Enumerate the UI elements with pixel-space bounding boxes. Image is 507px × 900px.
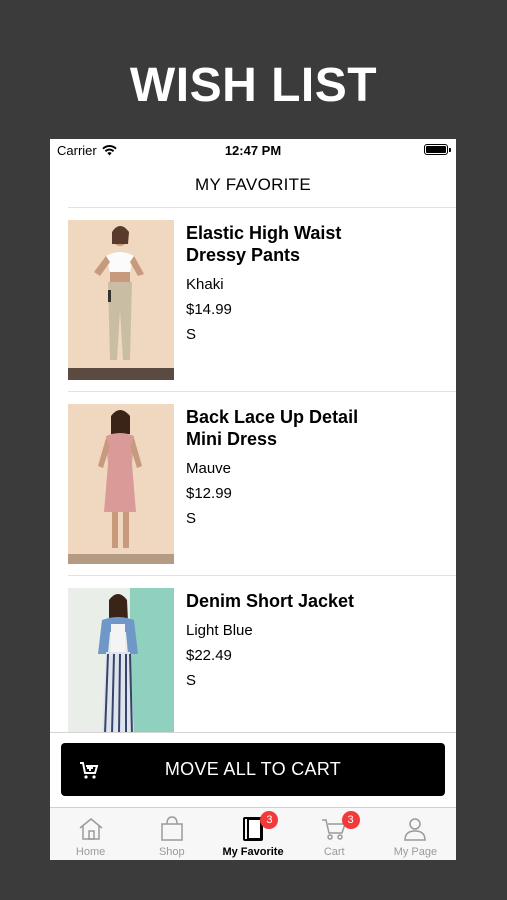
divider <box>50 732 456 733</box>
product-price: $12.99 <box>186 485 232 502</box>
move-all-to-cart-button[interactable]: MOVE ALL TO CART <box>61 743 445 796</box>
status-bar: Carrier 12:47 PM <box>50 139 456 161</box>
page-title: MY FAVORITE <box>194 175 312 194</box>
banner-title: WISH LIST <box>129 59 378 112</box>
tab-label: Shop <box>158 846 185 858</box>
tab-bar: Home Shop 3 My Favorite 3 Cart My Page <box>50 807 456 860</box>
tab-label: Home <box>75 846 106 858</box>
product-size: S <box>186 672 197 689</box>
product-image[interactable] <box>68 404 174 564</box>
product-color: Light Blue <box>186 622 253 639</box>
product-name[interactable]: Elastic High Waist Dressy Pants <box>186 222 371 266</box>
product-color: Khaki <box>186 276 224 293</box>
shopping-bag-icon <box>161 816 183 841</box>
list-item[interactable]: Back Lace Up Detail Mini Dress Mauve $12… <box>50 392 456 576</box>
favorites-list[interactable]: Elastic High Waist Dressy Pants Khaki $1… <box>50 208 456 732</box>
tab-cart[interactable]: 3 Cart <box>294 808 375 860</box>
clock: 12:47 PM <box>224 143 282 158</box>
home-icon <box>79 818 103 840</box>
favorite-count-badge: 3 <box>260 811 279 829</box>
battery-icon <box>424 144 451 155</box>
product-name[interactable]: Denim Short Jacket <box>186 590 371 612</box>
tab-my-favorite[interactable]: 3 My Favorite <box>212 808 293 860</box>
phone-screen: Carrier 12:47 PM MY FAVORITE Elastic Hig… <box>50 139 456 860</box>
tab-label: My Page <box>393 846 438 858</box>
product-size: S <box>186 326 197 343</box>
cart-plus-icon <box>80 762 99 779</box>
user-icon <box>404 818 427 841</box>
product-color: Mauve <box>186 460 232 477</box>
move-all-to-cart-label: MOVE ALL TO CART <box>164 759 342 779</box>
tab-my-page[interactable]: My Page <box>375 808 456 860</box>
tab-label: Cart <box>323 846 345 858</box>
tab-shop[interactable]: Shop <box>131 808 212 860</box>
product-image[interactable] <box>68 588 174 732</box>
cart-count-badge: 3 <box>341 811 360 829</box>
product-image[interactable] <box>68 220 174 380</box>
tab-label: My Favorite <box>222 846 284 858</box>
list-item[interactable]: Denim Short Jacket Light Blue $22.49 S <box>50 576 456 732</box>
product-size: S <box>186 510 197 527</box>
list-item[interactable]: Elastic High Waist Dressy Pants Khaki $1… <box>50 208 456 392</box>
product-name[interactable]: Back Lace Up Detail Mini Dress <box>186 406 371 450</box>
product-price: $14.99 <box>186 301 232 318</box>
product-price: $22.49 <box>186 647 232 664</box>
tab-home[interactable]: Home <box>50 808 131 860</box>
